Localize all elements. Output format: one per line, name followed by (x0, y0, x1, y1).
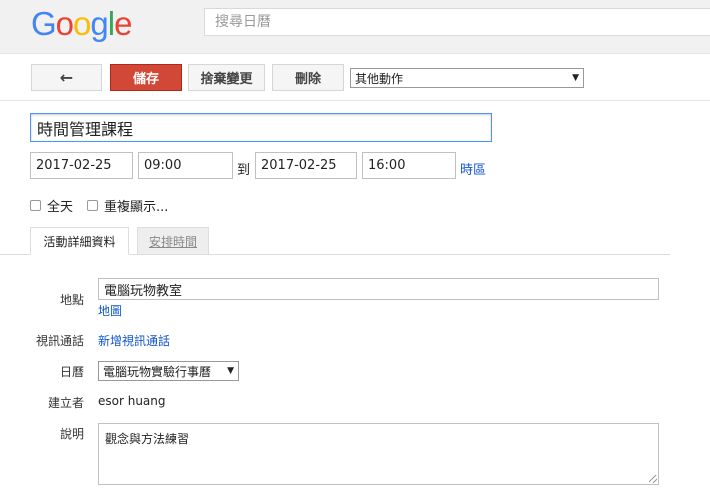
toolbar-divider (0, 100, 710, 101)
description-label: 說明 (59, 427, 84, 441)
all-day-checkbox[interactable] (30, 200, 41, 211)
end-date-field[interactable]: 2017-02-25 (255, 152, 357, 179)
event-title-value: 時間管理課程 (37, 119, 134, 139)
creator-label: 建立者 (47, 396, 84, 410)
back-arrow-icon: ← (59, 68, 74, 87)
options-row: 全天 重複顯示... (30, 196, 168, 215)
dropdown-arrow-icon: ▼ (227, 366, 234, 376)
logo-letter: o (73, 5, 91, 42)
search-box[interactable] (204, 8, 710, 36)
map-link[interactable]: 地圖 (98, 302, 122, 319)
discard-changes-button[interactable]: 捨棄變更 (188, 64, 265, 91)
add-video-call-link[interactable]: 新增視訊通話 (98, 332, 170, 349)
more-actions-dropdown[interactable]: 其他動作 ▼ (350, 68, 584, 88)
start-date-field[interactable]: 2017-02-25 (30, 152, 133, 179)
calendar-label: 日曆 (59, 365, 84, 379)
resize-handle-icon[interactable] (649, 475, 657, 483)
calendar-select-value: 電腦玩物實驗行事曆 (103, 364, 212, 379)
to-label: 到 (237, 163, 251, 178)
more-actions-label: 其他動作 (355, 71, 404, 86)
logo-letter: e (114, 5, 132, 42)
tab-find-a-time[interactable]: 安排時間 (137, 227, 209, 255)
description-textarea[interactable]: 觀念與方法練習 (98, 423, 659, 485)
creator-value: esor huang (98, 394, 166, 408)
google-logo[interactable]: Google (31, 4, 132, 44)
event-title-input[interactable]: 時間管理課程 (30, 113, 492, 142)
action-toolbar: ← 儲存 捨棄變更 刪除 其他動作 ▼ (0, 64, 710, 92)
calendar-select[interactable]: 電腦玩物實驗行事曆 ▼ (98, 361, 239, 381)
logo-letter: o (55, 5, 74, 42)
all-day-label: 全天 (47, 200, 74, 215)
start-time-field[interactable]: 09:00 (138, 152, 233, 179)
logo-letter: G (31, 5, 57, 42)
end-time-field[interactable]: 16:00 (362, 152, 456, 179)
top-header: Google (0, 0, 710, 54)
repeat-label: 重複顯示... (104, 200, 169, 215)
location-input[interactable]: 電腦玩物教室 (98, 278, 659, 300)
search-input[interactable] (205, 9, 710, 35)
timezone-link[interactable]: 時區 (460, 159, 486, 178)
location-label: 地點 (59, 293, 84, 307)
description-value: 觀念與方法練習 (105, 432, 190, 446)
back-button[interactable]: ← (31, 64, 102, 91)
repeat-checkbox[interactable] (87, 200, 99, 211)
delete-button[interactable]: 刪除 (272, 64, 344, 91)
dropdown-arrow-icon: ▼ (572, 73, 579, 83)
video-call-label: 視訊通話 (35, 334, 84, 348)
tab-event-details[interactable]: 活動詳細資料 (30, 227, 129, 255)
logo-letter: g (90, 5, 108, 42)
save-button[interactable]: 儲存 (110, 64, 182, 91)
